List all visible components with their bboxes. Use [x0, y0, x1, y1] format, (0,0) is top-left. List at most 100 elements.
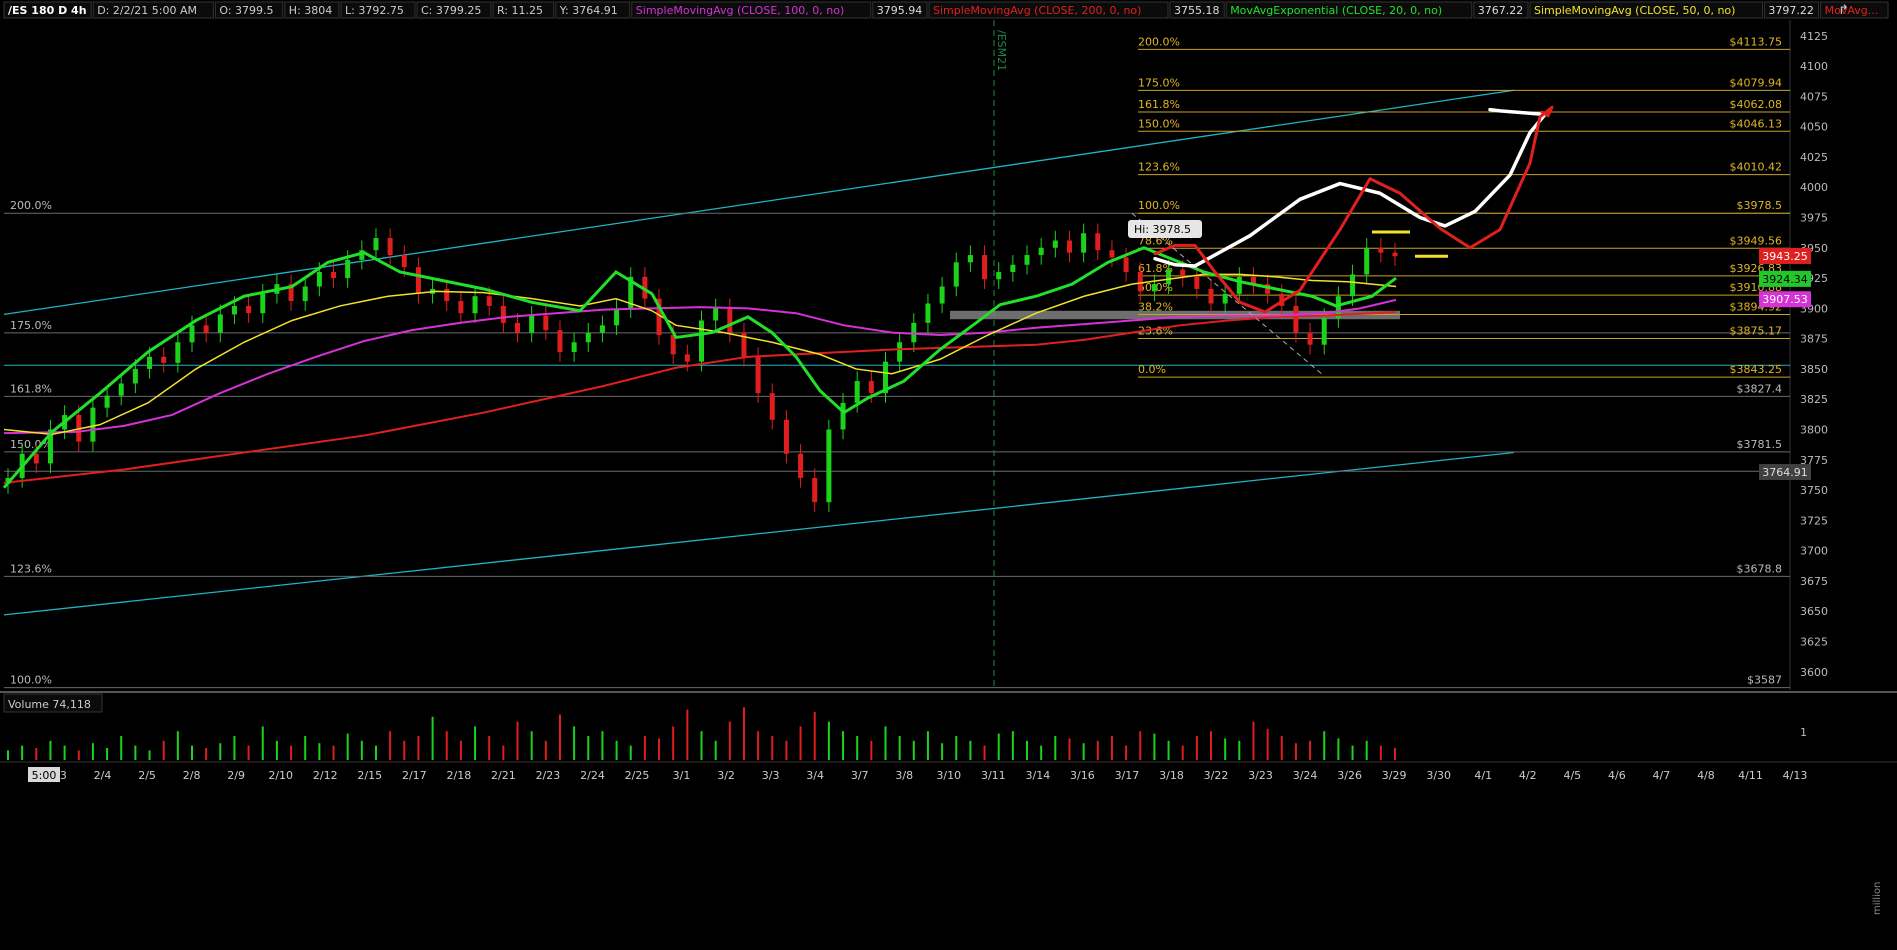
candle-body [1081, 233, 1087, 253]
candle-body [1109, 250, 1115, 258]
date-label-23: 3/16 [1070, 769, 1095, 782]
candle-body [783, 419, 789, 454]
candle-body [175, 342, 181, 363]
price-level-label-2: $3678.8 [1737, 562, 1783, 575]
chart-area[interactable]: /ES 180 D 4h D: 2/2/21 5:00 AM O: 3799.5 H:… [0, 0, 1897, 946]
candle-body [90, 407, 96, 442]
left-fib-label-1: 175.0% [10, 319, 52, 332]
candle-body [387, 238, 393, 256]
date-label-35: 4/6 [1608, 769, 1626, 782]
candle-body [345, 259, 351, 279]
date-label-11: 2/23 [536, 769, 561, 782]
right-fib-pct-2: 161.8% [1138, 98, 1180, 111]
candle-body [302, 286, 308, 302]
candle-body [1364, 247, 1370, 275]
date-label-30: 3/29 [1382, 769, 1407, 782]
candle-body [444, 288, 450, 302]
date-label-6: 2/12 [313, 769, 338, 782]
right-fib-price-11: $3843.25 [1730, 363, 1783, 376]
header-open: O: 3799.5 [219, 4, 273, 17]
date-label-8: 2/17 [402, 769, 427, 782]
study-label-2: MovAvgExponential (CLOSE, 20, 0, no) [1230, 4, 1442, 17]
date-label-15: 3/2 [717, 769, 735, 782]
date-label-19: 3/8 [895, 769, 913, 782]
date-label-31: 3/30 [1426, 769, 1451, 782]
candle-body [982, 255, 988, 280]
candle-body [260, 293, 266, 314]
candle-body [1166, 269, 1172, 285]
candle-body [897, 342, 903, 362]
candle-body [684, 354, 690, 362]
study-label-3: SimpleMovingAvg (CLOSE, 50, 0, no) [1534, 4, 1735, 17]
candle-body [1038, 247, 1044, 256]
candle-body [1052, 240, 1058, 248]
candle-body [868, 381, 874, 394]
date-label-34: 4/5 [1563, 769, 1581, 782]
right-fib-pct-5: 100.0% [1138, 199, 1180, 212]
header-y: Y: 3764.91 [559, 4, 618, 17]
candle-body [599, 325, 605, 333]
left-fib-label-4: 123.6% [10, 562, 52, 575]
date-cursor-label: 5:00 [32, 769, 57, 782]
candle-body [500, 305, 506, 323]
chart-background [0, 0, 1897, 946]
candle-body [911, 322, 917, 343]
candle-body [996, 272, 1002, 280]
right-fib-pct-11: 0.0% [1138, 363, 1166, 376]
date-label-1: 2/4 [94, 769, 112, 782]
date-label-5: 2/10 [268, 769, 293, 782]
candle-body [1194, 276, 1200, 289]
candle-body [1010, 264, 1016, 273]
date-label-14: 3/1 [673, 769, 691, 782]
header-range: R: 11.25 [497, 4, 543, 17]
price-tick-3850: 3850 [1800, 363, 1828, 376]
date-label-39: 4/13 [1783, 769, 1808, 782]
right-fib-price-0: $4113.75 [1730, 35, 1783, 48]
study-label-4: MovAvg... [1825, 4, 1879, 17]
price-tag-text-1: 3924.34 [1762, 273, 1808, 286]
study-label-0: SimpleMovingAvg (CLOSE, 100, 0, no) [636, 4, 844, 17]
study-value-0: 3795.94 [877, 4, 923, 17]
date-label-21: 3/11 [981, 769, 1006, 782]
date-label-10: 2/21 [491, 769, 516, 782]
contract-marker-label: /ESM21 [995, 30, 1008, 71]
candle-body [925, 303, 931, 323]
date-label-12: 2/24 [580, 769, 605, 782]
price-tick-3600: 3600 [1800, 666, 1828, 679]
candle-body [1123, 257, 1129, 273]
header-high: H: 3804 [289, 4, 332, 17]
date-label-20: 3/10 [936, 769, 961, 782]
price-chart[interactable]: /ES 180 D 4h D: 2/2/21 5:00 AM O: 3799.5 H:… [0, 0, 1897, 946]
price-tick-3725: 3725 [1800, 514, 1828, 527]
header-date: D: 2/2/21 5:00 AM [97, 4, 197, 17]
candle-body [840, 402, 846, 430]
header-low: L: 3792.75 [345, 4, 404, 17]
date-label-24: 3/17 [1115, 769, 1140, 782]
right-fib-price-3: $4046.13 [1730, 117, 1783, 130]
date-label-7: 2/15 [357, 769, 382, 782]
candle-body [1222, 293, 1228, 304]
right-fib-price-1: $4079.94 [1730, 76, 1783, 89]
candle-body [189, 325, 195, 343]
price-tick-3800: 3800 [1800, 424, 1828, 437]
candle-body [755, 356, 761, 394]
study-label-1: SimpleMovingAvg (CLOSE, 200, 0, no) [933, 4, 1141, 17]
price-tick-4050: 4050 [1800, 121, 1828, 134]
date-label-18: 3/7 [851, 769, 869, 782]
candle-body [1151, 284, 1157, 292]
header-symbol: /ES 180 D 4h [8, 4, 87, 17]
candle-body [1378, 247, 1384, 253]
candle-body [967, 255, 973, 263]
candle-body [147, 356, 153, 369]
price-tag-text-3: 3764.91 [1762, 466, 1808, 479]
candle-body [33, 453, 39, 464]
date-label-33: 4/2 [1519, 769, 1537, 782]
left-fib-label-5: 100.0% [10, 674, 52, 687]
date-label-17: 3/4 [806, 769, 824, 782]
date-label-22: 3/14 [1025, 769, 1050, 782]
hi-label: Hi: 3978.5 [1134, 223, 1191, 236]
candle-body [373, 238, 379, 251]
price-tick-3675: 3675 [1800, 575, 1828, 588]
right-fib-pct-0: 200.0% [1138, 35, 1180, 48]
volume-tick-1: 1 [1800, 726, 1807, 739]
